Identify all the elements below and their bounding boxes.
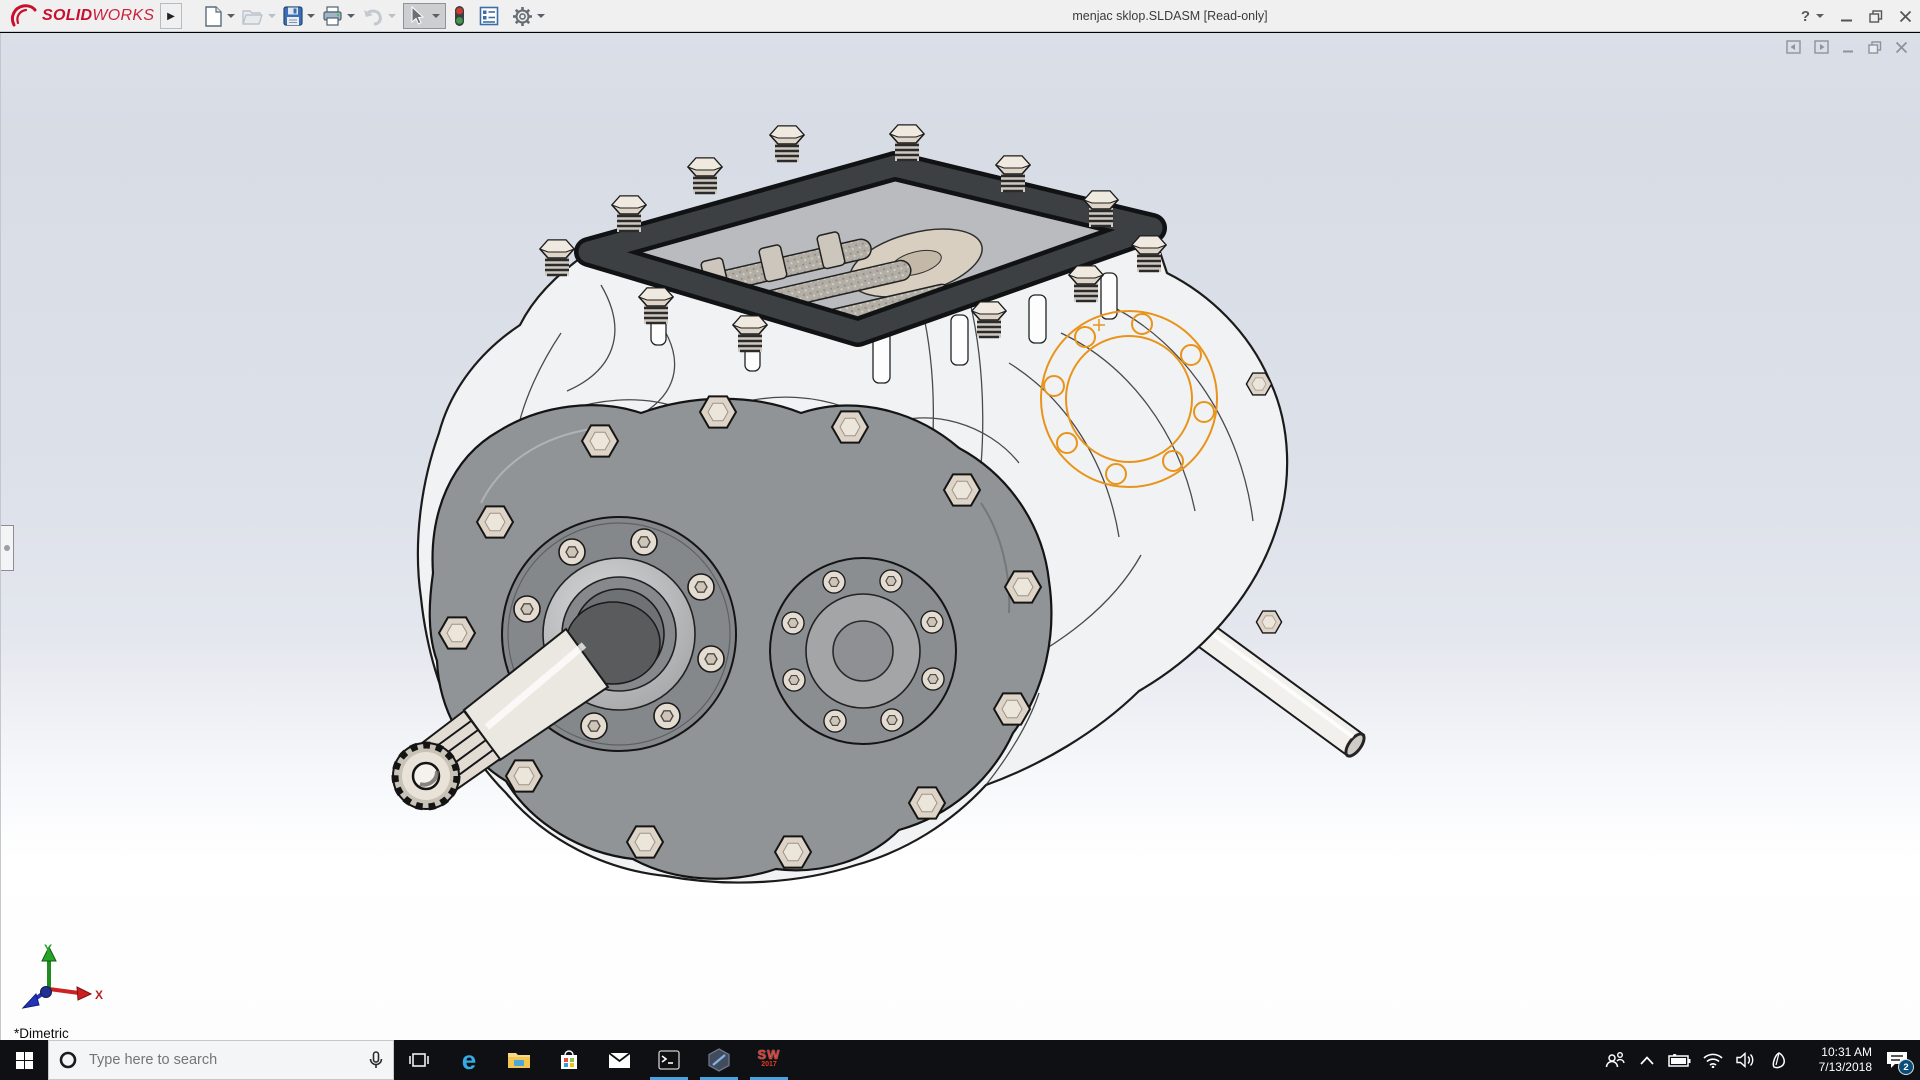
- windows-taskbar: e: [0, 1040, 1920, 1080]
- taskbar-app-edge[interactable]: e: [444, 1040, 494, 1080]
- edge-icon: e: [462, 1047, 476, 1073]
- people-button[interactable]: [1599, 1040, 1631, 1080]
- notification-badge: 2: [1898, 1059, 1914, 1075]
- file-explorer-icon: [507, 1050, 531, 1070]
- taskbar-app-hex-app[interactable]: [694, 1040, 744, 1080]
- cortana-icon: [59, 1051, 77, 1069]
- task-view-icon: [409, 1051, 429, 1069]
- solidworks-taskbar-icon: SW 2017: [758, 1050, 781, 1070]
- clock-date: 7/13/2018: [1796, 1060, 1872, 1075]
- print-icon: [322, 6, 343, 26]
- people-icon: [1605, 1051, 1625, 1069]
- solidworks-wordmark: SOLIDWORKS: [42, 7, 154, 25]
- select-arrow-icon: [409, 6, 425, 26]
- windows-logo-icon: [16, 1052, 33, 1069]
- wifi-icon: [1703, 1053, 1723, 1068]
- new-document-button[interactable]: [204, 6, 235, 27]
- start-button[interactable]: [0, 1040, 48, 1080]
- reference-triad: Y X: [17, 941, 113, 1027]
- save-dropdown[interactable]: [307, 14, 315, 18]
- print-dropdown[interactable]: [347, 14, 355, 18]
- menu-flyout-button[interactable]: ▶: [160, 3, 182, 29]
- microphone-icon[interactable]: [369, 1051, 383, 1070]
- new-document-icon: [204, 6, 223, 27]
- title-bar: SOLIDWORKS ▶: [0, 0, 1920, 32]
- task-view-button[interactable]: [394, 1040, 444, 1080]
- tray-overflow-button[interactable]: [1631, 1040, 1663, 1080]
- solidworks-logo: SOLIDWORKS: [8, 3, 154, 29]
- status-lights-button[interactable]: [453, 5, 466, 27]
- select-tool-dropdown[interactable]: [432, 14, 440, 18]
- taskbar-search[interactable]: [48, 1040, 394, 1080]
- graphics-area[interactable]: Y X *Dimetric: [0, 33, 1920, 1040]
- command-prompt-icon: [658, 1050, 680, 1070]
- print-button[interactable]: [322, 6, 355, 26]
- side-cover-flange[interactable]: [770, 558, 956, 744]
- volume-button[interactable]: [1729, 1040, 1762, 1080]
- taskbar-app-solidworks[interactable]: SW 2017: [744, 1040, 794, 1080]
- undo-button[interactable]: [362, 7, 396, 26]
- open-button[interactable]: [242, 7, 276, 26]
- taskbar-app-file-explorer[interactable]: [494, 1040, 544, 1080]
- spline-end-face: [393, 743, 459, 809]
- taskbar-app-store[interactable]: [544, 1040, 594, 1080]
- settings-dropdown[interactable]: [537, 14, 545, 18]
- hex-app-icon: [708, 1048, 730, 1072]
- taskbar-app-command-prompt[interactable]: [644, 1040, 694, 1080]
- open-dropdown[interactable]: [268, 14, 276, 18]
- undo-dropdown[interactable]: [388, 14, 396, 18]
- help-button[interactable]: ?: [1801, 8, 1824, 25]
- select-tool-button[interactable]: [403, 3, 446, 29]
- battery-button[interactable]: [1663, 1040, 1696, 1080]
- store-icon: [558, 1049, 580, 1071]
- settings-button[interactable]: [512, 6, 545, 27]
- status-lights-icon: [453, 5, 466, 27]
- save-icon: [283, 6, 303, 26]
- minimize-button[interactable]: [1840, 10, 1853, 23]
- triad-y-label: Y: [44, 942, 52, 956]
- close-button[interactable]: [1899, 10, 1912, 23]
- view-orientation-label: *Dimetric: [14, 1026, 69, 1041]
- pen-icon: [1770, 1051, 1788, 1069]
- undo-icon: [362, 7, 384, 26]
- form-options-icon: [479, 6, 499, 26]
- save-button[interactable]: [283, 6, 315, 26]
- network-button[interactable]: [1696, 1040, 1729, 1080]
- mail-icon: [608, 1052, 631, 1069]
- document-title: menjac sklop.SLDASM [Read-only]: [1072, 9, 1267, 23]
- clock-time: 10:31 AM: [1796, 1045, 1872, 1060]
- solidworks-logo-icon: [8, 3, 38, 29]
- form-options-button[interactable]: [479, 6, 499, 26]
- search-input[interactable]: [89, 1052, 369, 1068]
- open-icon: [242, 7, 264, 26]
- restore-button[interactable]: [1869, 10, 1883, 23]
- gearbox-model[interactable]: [1, 33, 1920, 1041]
- new-document-dropdown[interactable]: [227, 14, 235, 18]
- chevron-up-icon: [1640, 1056, 1654, 1065]
- clock[interactable]: 10:31 AM 7/13/2018: [1796, 1040, 1874, 1080]
- battery-icon: [1668, 1054, 1691, 1067]
- windows-ink-button[interactable]: [1762, 1040, 1796, 1080]
- triad-x-label: X: [95, 988, 103, 1002]
- taskbar-app-mail[interactable]: [594, 1040, 644, 1080]
- speaker-icon: [1736, 1052, 1755, 1068]
- gear-icon: [512, 6, 533, 27]
- action-center-button[interactable]: 2: [1874, 1040, 1920, 1080]
